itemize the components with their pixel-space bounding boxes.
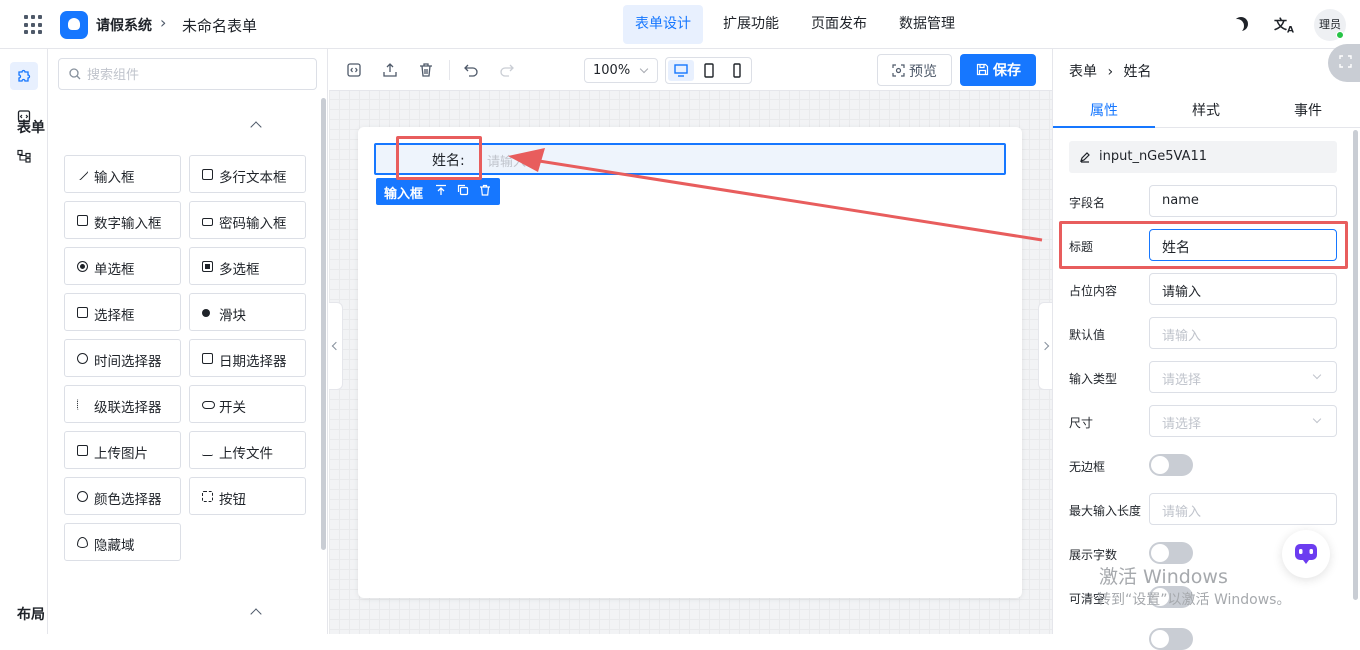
annotation-arrow <box>508 148 1043 242</box>
